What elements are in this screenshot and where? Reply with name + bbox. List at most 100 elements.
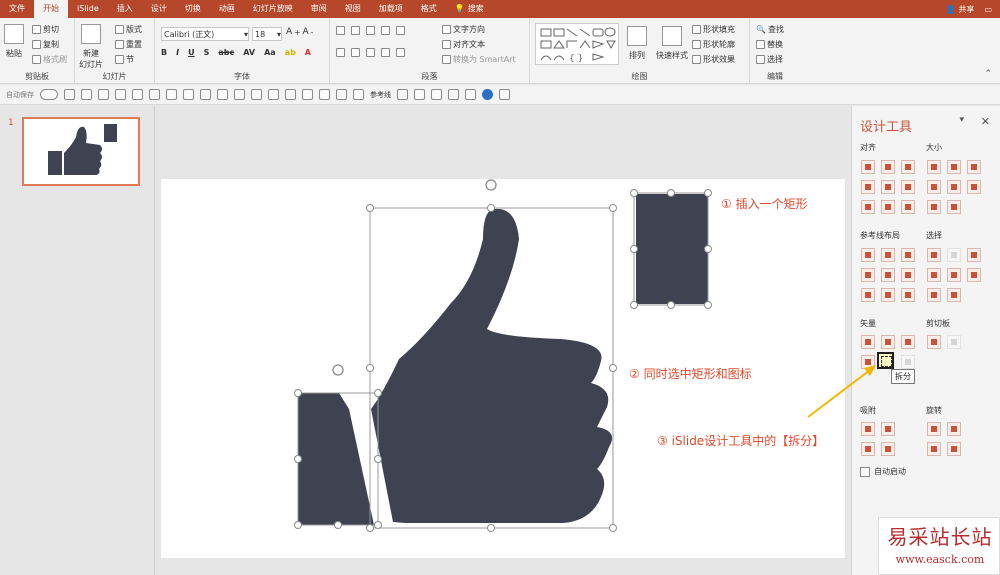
shape-fill-button[interactable]: 形状填充	[692, 24, 735, 35]
subtract-tool-icon[interactable]	[901, 355, 915, 369]
underline-icon[interactable]: U	[188, 48, 195, 57]
tab-file[interactable]: 文件	[0, 0, 34, 18]
rotate-tool-icon[interactable]	[947, 422, 961, 436]
guides-checkbox[interactable]	[353, 89, 364, 100]
tab-animations[interactable]: 动画	[210, 0, 244, 18]
size-tool-icon[interactable]	[947, 200, 961, 214]
size-tool-icon[interactable]	[967, 180, 981, 194]
toolbar-tool-icon[interactable]	[414, 89, 425, 100]
tab-home[interactable]: 开始	[34, 0, 68, 18]
align-center-icon[interactable]	[351, 48, 360, 57]
shadow-icon[interactable]: S	[204, 48, 210, 57]
snap-tool-icon[interactable]	[861, 422, 875, 436]
guide-tool-icon[interactable]	[901, 288, 915, 302]
guide-left-tool-icon[interactable]	[861, 248, 875, 262]
toolbar-tool-icon[interactable]	[499, 89, 510, 100]
flip-tool-icon[interactable]	[927, 442, 941, 456]
guide-right-tool-icon[interactable]	[901, 248, 915, 262]
align-left-icon[interactable]	[336, 48, 345, 57]
grow-font-button[interactable]: A + A-	[286, 27, 313, 37]
toolbar-tool-icon[interactable]	[251, 89, 262, 100]
line-spacing-icon[interactable]	[396, 26, 405, 35]
select-tool-icon[interactable]	[967, 248, 981, 262]
snap-tool-icon[interactable]	[881, 442, 895, 456]
size-tool-icon[interactable]	[927, 180, 941, 194]
share-button[interactable]: 👤 共享	[946, 4, 975, 15]
numbering-icon[interactable]	[351, 26, 360, 35]
slide-thumbnail[interactable]	[22, 117, 140, 186]
select-tool-icon[interactable]	[927, 288, 941, 302]
toolbar-tool-icon[interactable]	[285, 89, 296, 100]
tab-insert[interactable]: 插入	[108, 0, 142, 18]
slide-canvas[interactable]: ① 插入一个矩形 ② 同时选中矩形和图标 ③ iSlide设计工具中的【拆分】	[161, 179, 845, 558]
bullets-icon[interactable]	[336, 26, 345, 35]
italic-icon[interactable]: I	[176, 48, 179, 57]
select-button[interactable]: 选择	[756, 54, 783, 65]
section-button[interactable]: 节	[115, 54, 134, 65]
tab-transitions[interactable]: 切换	[176, 0, 210, 18]
shapes-gallery[interactable]: { }	[535, 23, 619, 65]
toolbar-tool-icon[interactable]	[132, 89, 143, 100]
toolbar-tool-icon[interactable]	[302, 89, 313, 100]
intersect-tool-icon[interactable]	[861, 355, 875, 369]
font-color-icon[interactable]: A	[305, 48, 311, 57]
same-height-tool-icon[interactable]	[947, 160, 961, 174]
comment-icon[interactable]: ▭	[984, 5, 992, 14]
flip-tool-icon[interactable]	[947, 442, 961, 456]
align-right-tool-icon[interactable]	[901, 160, 915, 174]
copy-button[interactable]: 复制	[32, 39, 59, 50]
close-icon[interactable]: ✕	[981, 115, 990, 128]
auto-start-option[interactable]: 自动启动	[860, 466, 906, 477]
align-center-tool-icon[interactable]	[881, 160, 895, 174]
align-middle-tool-icon[interactable]	[881, 180, 895, 194]
tab-islide[interactable]: iSlide	[68, 0, 108, 18]
split-tool-button[interactable]	[877, 352, 894, 369]
align-right-icon[interactable]	[366, 48, 375, 57]
toolbar-tool-icon[interactable]	[200, 89, 211, 100]
select-tool-icon[interactable]	[927, 248, 941, 262]
list-buttons[interactable]	[336, 26, 405, 35]
toolbar-tool-icon[interactable]	[217, 89, 228, 100]
size-tool-icon[interactable]	[947, 180, 961, 194]
new-slide-button[interactable]: 新建 幻灯片	[79, 24, 103, 70]
smartart-button[interactable]: 转换为 SmartArt	[442, 54, 516, 65]
guide-center-tool-icon[interactable]	[881, 248, 895, 262]
select-tool-icon[interactable]	[947, 268, 961, 282]
collapse-ribbon-icon[interactable]: ⌃	[984, 69, 992, 79]
toolbar-tool-icon[interactable]	[268, 89, 279, 100]
justify-icon[interactable]	[381, 48, 390, 57]
toolbar-tool-icon[interactable]	[448, 89, 459, 100]
fragment-tool-icon[interactable]	[901, 335, 915, 349]
snap-tool-icon[interactable]	[881, 422, 895, 436]
shape-outline-button[interactable]: 形状轮廓	[692, 39, 735, 50]
align-top-tool-icon[interactable]	[861, 180, 875, 194]
tab-design[interactable]: 设计	[142, 0, 176, 18]
select-tool-icon[interactable]	[947, 248, 961, 262]
combine-tool-icon[interactable]	[881, 335, 895, 349]
font-size-select[interactable]: 18 ▾	[252, 27, 282, 41]
align-left-tool-icon[interactable]	[861, 160, 875, 174]
font-name-select[interactable]: Calibri (正文) ▾	[161, 27, 249, 41]
cursor-tool-icon[interactable]	[967, 268, 981, 282]
guide-bottom-tool-icon[interactable]	[901, 268, 915, 282]
auto-start-checkbox[interactable]	[860, 466, 870, 477]
guide-middle-tool-icon[interactable]	[881, 268, 895, 282]
guide-tool-icon[interactable]	[881, 288, 895, 302]
highlight-icon[interactable]: ab	[285, 48, 296, 57]
arrange-button[interactable]: 排列	[627, 26, 647, 61]
toolbar-tool-icon[interactable]	[166, 89, 177, 100]
text-direction-button[interactable]: 文字方向	[442, 24, 485, 35]
toolbar-tool-icon[interactable]	[149, 89, 160, 100]
align-buttons[interactable]	[336, 48, 405, 57]
paste-button[interactable]: 粘贴	[4, 24, 24, 59]
char-spacing-icon[interactable]: AV	[243, 48, 255, 57]
save-icon[interactable]	[64, 89, 75, 100]
quick-styles-button[interactable]: 快速样式	[656, 26, 688, 61]
tab-review[interactable]: 审阅	[302, 0, 336, 18]
redo-icon[interactable]	[98, 89, 109, 100]
tab-view[interactable]: 视图	[336, 0, 370, 18]
replace-button[interactable]: 替换	[756, 39, 783, 50]
same-width-tool-icon[interactable]	[927, 160, 941, 174]
bold-icon[interactable]: B	[161, 48, 167, 57]
shape-effects-button[interactable]: 形状效果	[692, 54, 735, 65]
